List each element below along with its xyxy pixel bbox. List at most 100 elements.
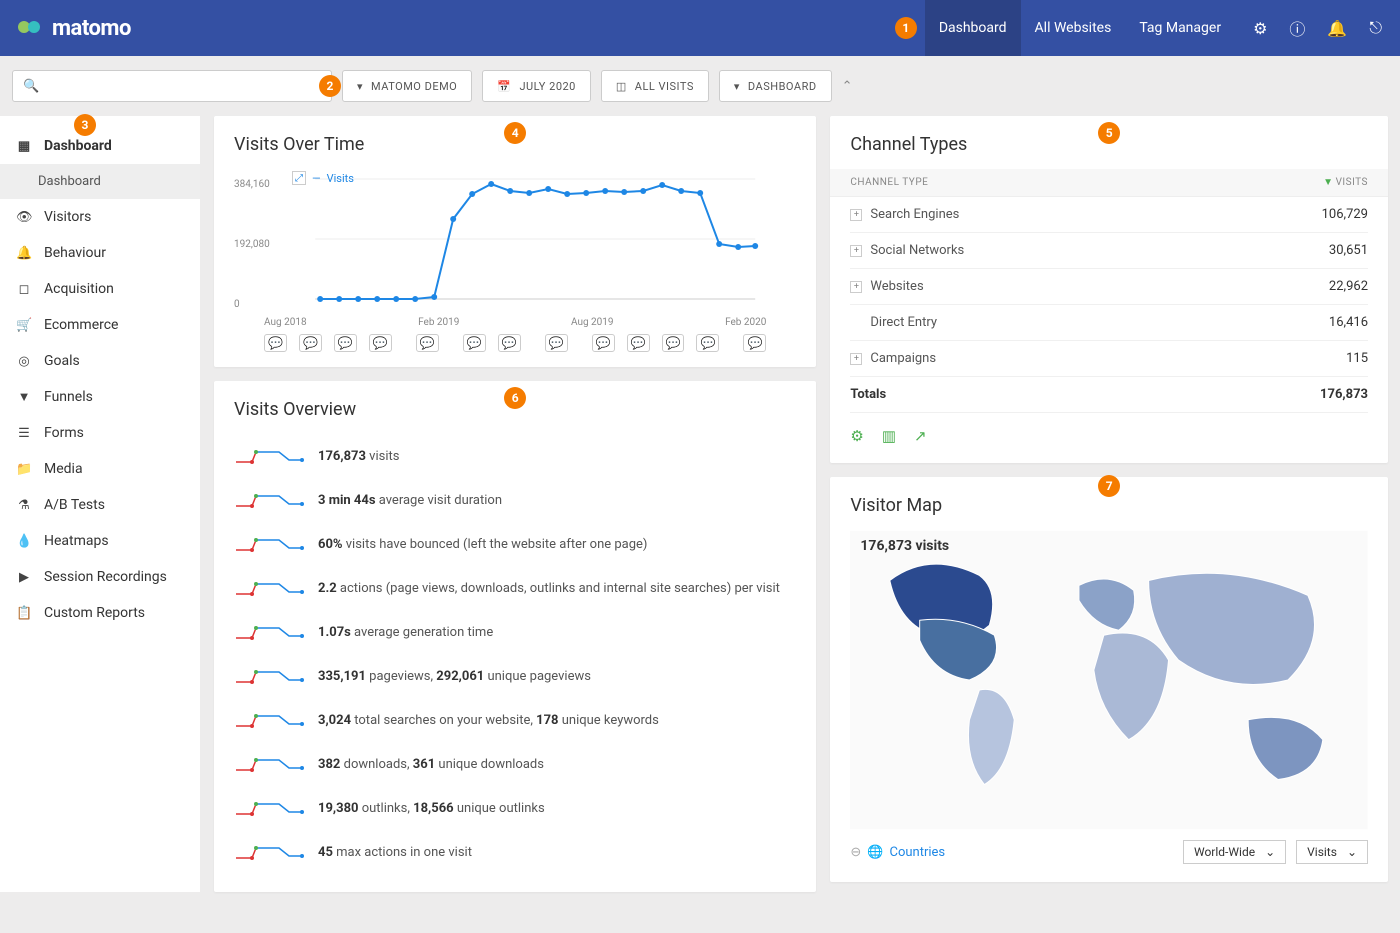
nav-tag-manager[interactable]: Tag Manager [1125,0,1235,56]
row-value: 30,651 [1329,243,1368,258]
overview-item: 1.07s average generation time [234,610,796,654]
overview-text: 19,380 outlinks, 18,566 unique outlinks [318,801,545,816]
bell-icon[interactable]: 🔔 [1327,19,1347,38]
sidebar-item-dashboard[interactable]: ▦Dashboard [0,128,200,164]
site-selector[interactable]: ▾MATOMO DEMO [342,70,472,102]
sparkline [234,620,304,644]
badge-4: 4 [504,122,526,144]
map-metric-select[interactable]: Visits⌄ [1296,840,1368,864]
annotation-icon[interactable]: 💬 [498,334,521,352]
overview-item: 382 downloads, 361 unique downloads [234,742,796,786]
search-input[interactable] [39,79,321,94]
annotation-icon[interactable]: 💬 [299,334,322,352]
annotation-row: 💬 💬 💬 💬 💬 💬 💬 💬 💬 💬 💬 💬 💬 [234,328,796,358]
overview-text: 382 downloads, 361 unique downloads [318,757,544,772]
logout-icon[interactable]: ⎋ [1369,18,1382,38]
annotation-icon[interactable]: 💬 [545,334,568,352]
sidebar-item-media[interactable]: 📁Media [0,451,200,487]
filter-bar: 🔍 2 ▾MATOMO DEMO 📅JULY 2020 ◫ALL VISITS … [0,56,1400,116]
sidebar-item-ecommerce[interactable]: 🛒Ecommerce [0,307,200,343]
sparkline [234,532,304,556]
expand-icon[interactable]: + [850,245,862,257]
sidebar-item-acquisition[interactable]: ◻Acquisition [0,271,200,307]
annotation-icon[interactable]: 💬 [416,334,439,352]
annotation-icon[interactable]: 💬 [264,334,287,352]
segment-selector[interactable]: ◫ALL VISITS [601,70,709,102]
table-row-totals: Totals 176,873 [850,377,1368,413]
sidebar-item-abtests[interactable]: ⚗A/B Tests [0,487,200,523]
overview-item: 176,873 visits [234,434,796,478]
gear-icon[interactable]: ⚙ [1253,19,1267,38]
settings-icon[interactable]: ⚙ [850,427,863,445]
filter-icon[interactable]: ▼ [1323,177,1333,188]
nav-all-websites[interactable]: All Websites [1021,0,1126,56]
sidebar-item-visitors[interactable]: 👁Visitors [0,199,200,235]
expand-icon[interactable]: + [850,281,862,293]
overview-item: 3 min 44s average visit duration [234,478,796,522]
overview-item: 2.2 actions (page views, downloads, outl… [234,566,796,610]
info-icon[interactable]: ⓘ [1289,16,1305,40]
dashboard-selector[interactable]: ▾DASHBOARD [719,70,832,102]
annotation-icon[interactable]: 💬 [696,334,719,352]
sidebar-item-behaviour[interactable]: 🔔Behaviour [0,235,200,271]
map-visits-label: 176,873 visits [860,538,949,554]
legend-toggle-icon[interactable]: ⤢ [292,171,306,185]
logo-icon [18,15,44,41]
target-icon: ◎ [16,354,32,369]
annotation-icon[interactable]: 💬 [627,334,650,352]
chart-svg [234,169,796,309]
sidebar-item-forms[interactable]: ☰Forms [0,415,200,451]
row-value: 16,416 [1329,315,1368,330]
annotation-icon[interactable]: 💬 [369,334,392,352]
overview-item: 3,024 total searches on your website, 17… [234,698,796,742]
overview-list: 176,873 visits3 min 44s average visit du… [234,434,796,874]
export-icon[interactable]: ↗ [914,427,927,445]
nav-dashboard[interactable]: Dashboard [925,0,1021,56]
drop-icon: 💧 [16,534,32,549]
countries-link[interactable]: ⊖ 🌐 Countries [850,845,945,860]
badge-3: 3 [74,114,96,136]
bell-icon: 🔔 [16,246,32,261]
table-row[interactable]: +Campaigns115 [850,341,1368,377]
table-row[interactable]: +Search Engines106,729 [850,197,1368,233]
play-icon: ▶ [16,570,32,585]
row-label: Campaigns [870,351,936,366]
annotation-icon[interactable]: 💬 [662,334,685,352]
badge-1: 1 [895,17,917,39]
overview-text: 45 max actions in one visit [318,845,472,860]
sidebar-item-funnels[interactable]: ▼Funnels [0,379,200,415]
zoom-icon: ⊖ [850,845,861,860]
table-row[interactable]: +Websites22,962 [850,269,1368,305]
y-tick: 192,080 [234,239,270,250]
expand-icon[interactable]: + [850,209,862,221]
sidebar-sub-dashboard[interactable]: Dashboard [0,164,200,199]
table-row[interactable]: Direct Entry 16,416 [850,305,1368,341]
world-map[interactable]: 176,873 visits [850,530,1368,830]
search-icon: 🔍 [23,79,39,94]
overview-text: 335,191 pageviews, 292,061 unique pagevi… [318,669,591,684]
sparkline [234,444,304,468]
overview-text: 3,024 total searches on your website, 17… [318,713,659,728]
annotation-icon[interactable]: 💬 [743,334,766,352]
annotation-icon[interactable]: 💬 [592,334,615,352]
overview-item: 60% visits have bounced (left the websit… [234,522,796,566]
search-box[interactable]: 🔍 2 [12,70,332,102]
annotation-icon[interactable]: 💬 [463,334,486,352]
annotation-icon[interactable]: 💬 [334,334,357,352]
table-icon[interactable]: ▥ [882,427,896,445]
map-region-select[interactable]: World-Wide⌄ [1183,840,1286,864]
row-label: Direct Entry [870,315,937,330]
sidebar-item-heatmaps[interactable]: 💧Heatmaps [0,523,200,559]
widget-visitor-map: 7 Visitor Map 176,873 visits [830,477,1388,882]
collapse-icon[interactable]: ⌃ [842,79,853,94]
sidebar-item-goals[interactable]: ◎Goals [0,343,200,379]
sparkline [234,796,304,820]
sidebar-item-custom-reports[interactable]: 📋Custom Reports [0,595,200,631]
sidebar-item-session-recordings[interactable]: ▶Session Recordings [0,559,200,595]
table-row[interactable]: +Social Networks30,651 [850,233,1368,269]
sparkline [234,664,304,688]
flask-icon: ⚗ [16,498,32,513]
period-selector[interactable]: 📅JULY 2020 [482,70,591,102]
expand-icon[interactable]: + [850,353,862,365]
sparkline [234,840,304,864]
